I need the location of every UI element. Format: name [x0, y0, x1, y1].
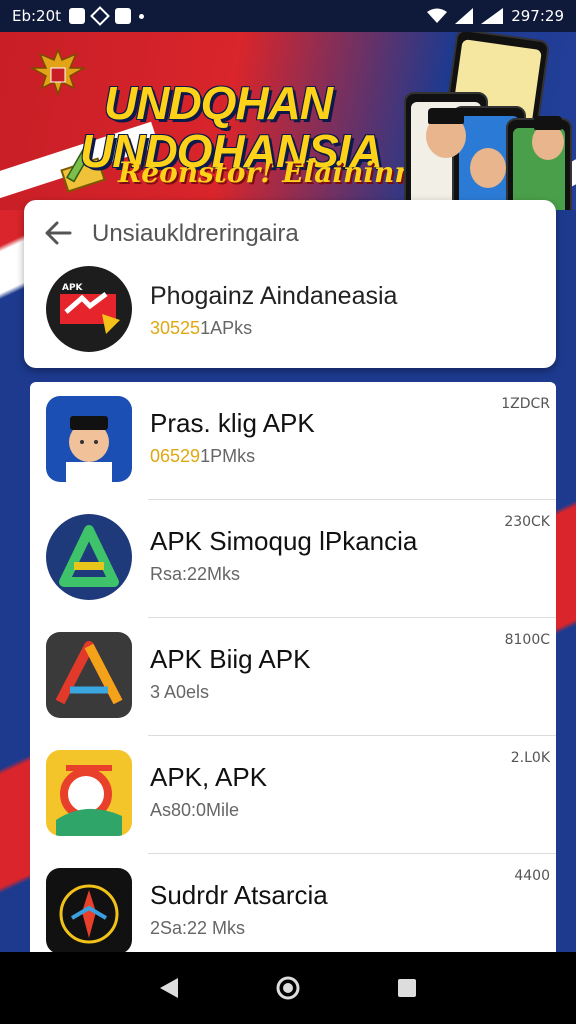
app-meta-highlight: 06529: [150, 446, 201, 466]
letter-a-triangle-icon: [46, 632, 132, 718]
header-card: Unsiaukldreringaira APK Phogainz Aindane…: [24, 200, 556, 368]
app-name: APK Simoqug lPkancia: [150, 526, 418, 556]
status-bar: Eb:20t 297:29: [0, 0, 576, 32]
wifi-icon: [427, 8, 448, 23]
page-title: Unsiaukldreringaira: [92, 220, 299, 247]
app-meta-rest: 1PMks: [200, 446, 256, 466]
orange-badge-icon: [46, 750, 132, 836]
featured-meta-rest: 1APks: [200, 318, 253, 338]
garuda-emblem-icon: [46, 868, 132, 952]
app-size: 230CK: [504, 514, 550, 530]
list-item[interactable]: Pras. klig APK 065291PMks 1ZDCR: [30, 382, 556, 500]
featured-app-meta: 305251APks: [150, 318, 252, 339]
featured-app-icon[interactable]: APK: [46, 266, 132, 352]
status-time-left: Eb:20t: [12, 7, 62, 25]
app-name: Sudrdr Atsarcia: [150, 880, 328, 910]
app-name: APK, APK: [150, 762, 268, 792]
app-size: 1ZDCR: [501, 396, 550, 412]
list-item[interactable]: APK Biig APK 3 A0els 8100C: [30, 618, 556, 736]
banner-headline-line1: UNDQHAN: [104, 77, 333, 129]
status-time-right: 297:29: [511, 7, 564, 25]
nav-back-icon[interactable]: [158, 976, 180, 1000]
system-navigation-bar: [0, 952, 576, 1024]
garuda-emblem-icon: [29, 47, 87, 97]
peci-hat-right: [534, 116, 562, 130]
featured-app-name[interactable]: Phogainz Aindaneasia: [150, 282, 397, 311]
notification-icon: [69, 8, 86, 24]
back-arrow-icon[interactable]: [44, 220, 72, 246]
app-size: 4400: [514, 868, 550, 884]
app-name: Pras. klig APK: [150, 408, 315, 438]
app-size: 2.L0K: [510, 750, 550, 766]
app-meta: 2Sa:22 Mks: [150, 918, 246, 938]
app-meta: Rsa:22Mks: [150, 564, 241, 584]
list-item[interactable]: Sudrdr Atsarcia 2Sa:22 Mks 4400: [30, 854, 556, 952]
more-notifications-dot: [139, 13, 145, 19]
featured-meta-highlight: 30525: [150, 318, 201, 338]
app-meta: 3 A0els: [150, 682, 210, 702]
app-size: 8100C: [504, 632, 550, 648]
featured-app-logo-icon: APK: [60, 283, 120, 334]
app-notification-icon: [115, 8, 132, 24]
letter-a-circle-icon: [46, 514, 132, 600]
peci-hat-left: [428, 108, 464, 124]
list-item[interactable]: APK, APK As80:0Mile 2.L0K: [30, 736, 556, 854]
nav-home-icon[interactable]: [275, 975, 301, 1001]
app-meta: As80:0Mile: [150, 800, 240, 820]
svg-text:APK: APK: [62, 283, 84, 293]
person-with-hat-icon: [46, 396, 132, 482]
nav-recents-icon[interactable]: [396, 977, 418, 999]
promo-banner[interactable]: UNDQHAN UNDOHANSIA Reonstor! Elaininniom…: [0, 32, 576, 210]
app-list: Pras. klig APK 065291PMks 1ZDCR APK Simo…: [30, 382, 556, 952]
diamond-icon: [90, 6, 110, 26]
signal-icon: [455, 8, 474, 24]
list-item[interactable]: APK Simoqug lPkancia Rsa:22Mks 230CK: [30, 500, 556, 618]
battery-icon: [481, 8, 504, 24]
person-portrait-center: [470, 148, 506, 188]
app-name: APK Biig APK: [150, 644, 311, 674]
app-meta: 065291PMks: [150, 446, 255, 467]
